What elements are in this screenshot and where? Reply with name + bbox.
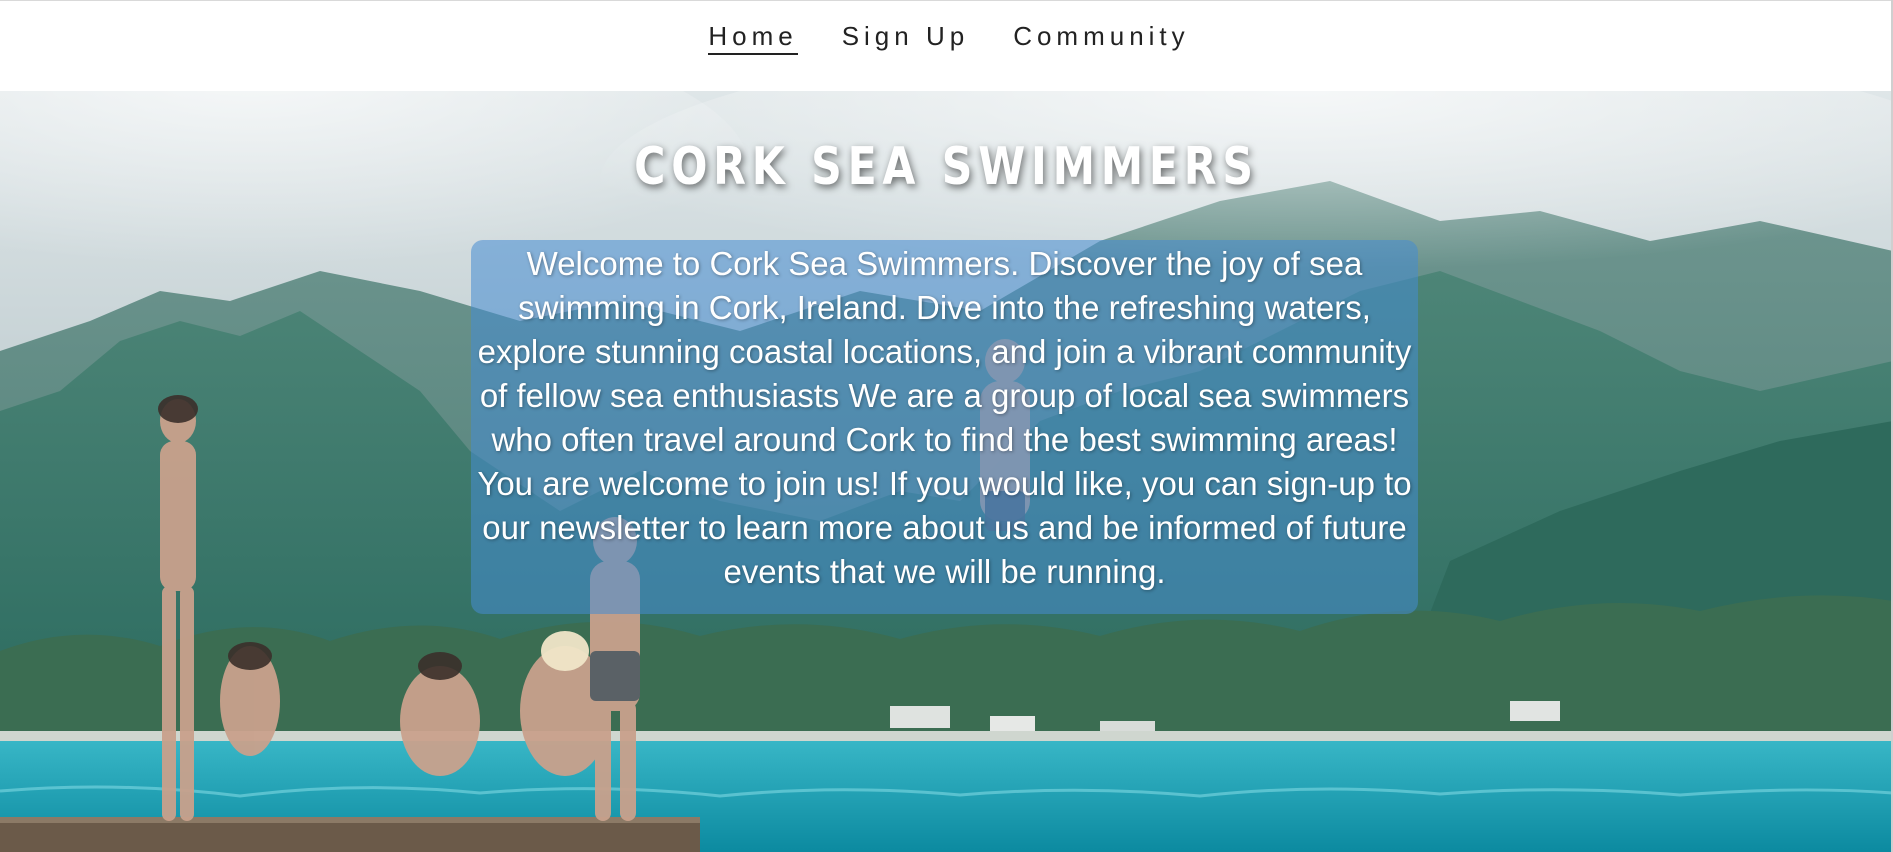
intro-text: Welcome to Cork Sea Swimmers. Discover t… xyxy=(477,245,1412,590)
nav-link-community[interactable]: Community xyxy=(1013,21,1189,55)
hero-section: CORK SEA SWIMMERS Welcome to Cork Sea Sw… xyxy=(0,91,1893,852)
page-title: CORK SEA SWIMMERS xyxy=(634,137,1259,197)
nav-link-sign-up[interactable]: Sign Up xyxy=(842,21,970,55)
nav-links: Home Sign Up Community xyxy=(708,21,1189,55)
top-navbar: Home Sign Up Community xyxy=(0,0,1893,91)
intro-panel: Welcome to Cork Sea Swimmers. Discover t… xyxy=(471,240,1418,614)
nav-link-home[interactable]: Home xyxy=(708,21,798,55)
